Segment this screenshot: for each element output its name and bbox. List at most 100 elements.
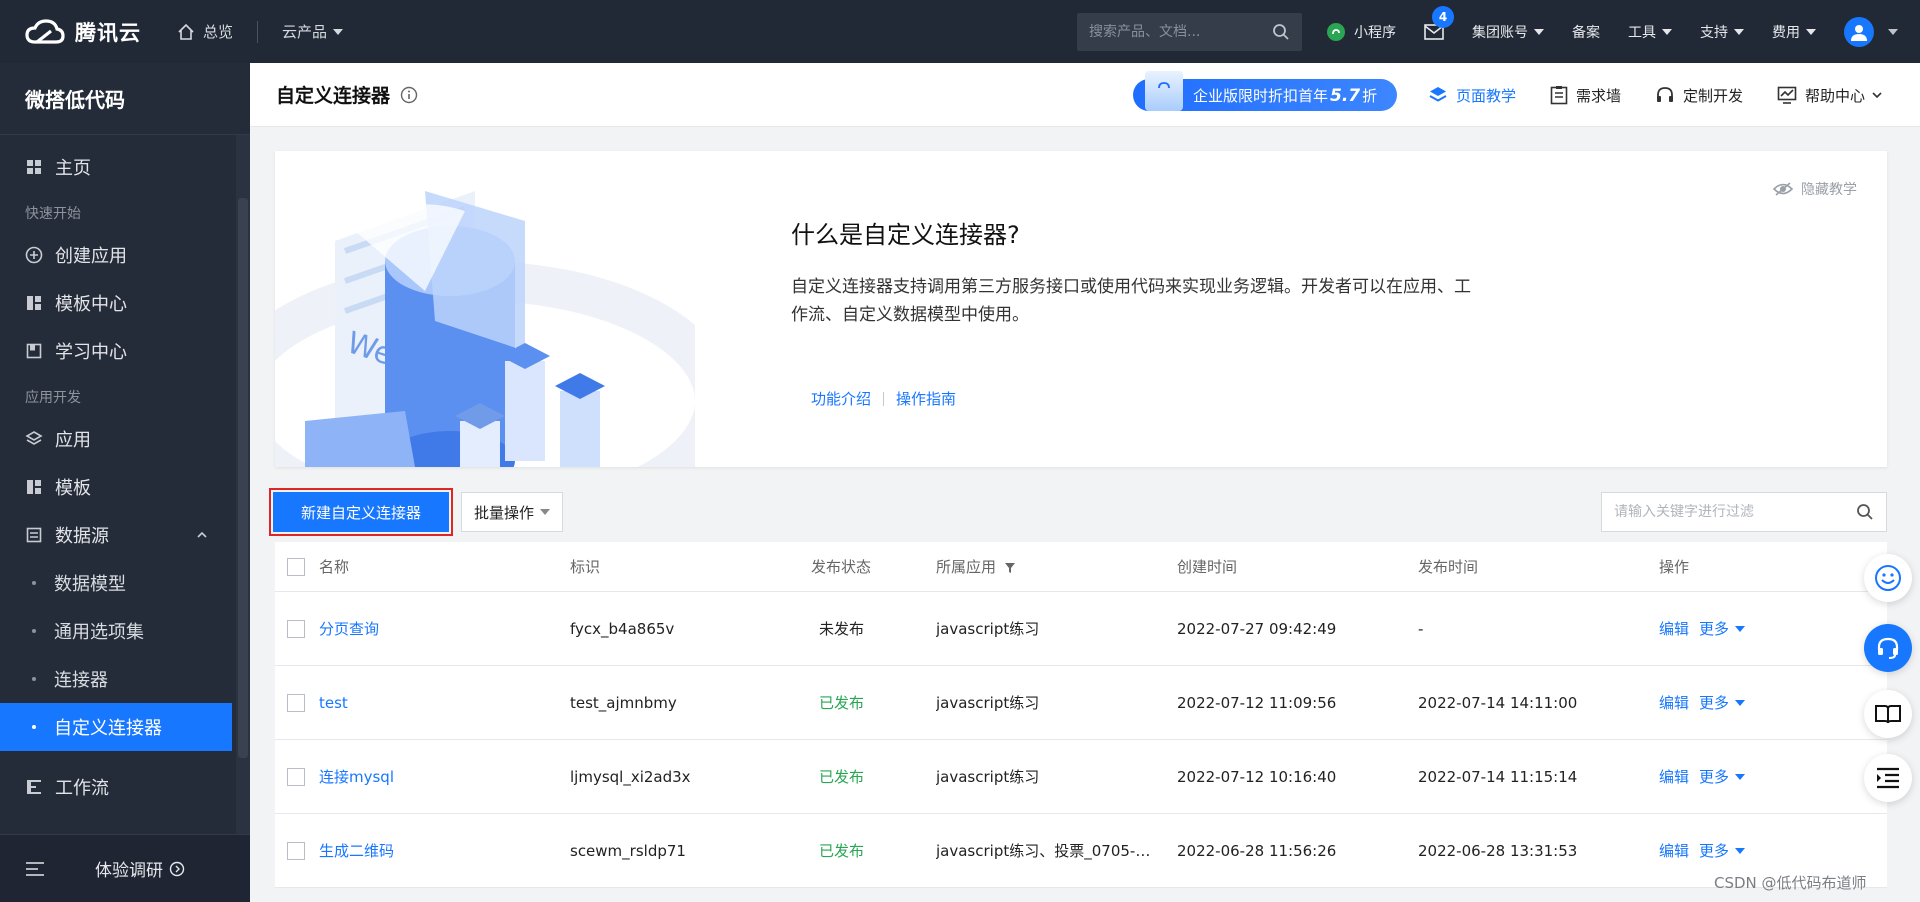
template-icon bbox=[25, 478, 43, 496]
messages-button[interactable]: 4 bbox=[1424, 5, 1454, 40]
search-icon[interactable] bbox=[1856, 503, 1874, 521]
more-dropdown[interactable]: 更多 bbox=[1699, 618, 1746, 639]
chevron-right-circle-icon bbox=[169, 861, 185, 876]
filter-icon[interactable] bbox=[1004, 562, 1016, 574]
requirement-wall-label: 需求墙 bbox=[1576, 86, 1622, 105]
sidebar-item-custom-connectors[interactable]: 自定义连接器 bbox=[0, 703, 232, 751]
tools-dropdown[interactable]: 工具 bbox=[1628, 22, 1672, 42]
shopping-bag-icon bbox=[1145, 71, 1183, 111]
workflow-icon bbox=[25, 778, 43, 796]
sidebar-item-home[interactable]: 主页 bbox=[0, 143, 250, 191]
survey-bar[interactable]: 体验调研 bbox=[0, 834, 250, 902]
published-time: 2022-07-14 11:15:14 bbox=[1418, 767, 1578, 786]
sidebar-item-templates[interactable]: 模板 bbox=[0, 463, 250, 511]
requirement-wall-link[interactable]: 需求墙 bbox=[1550, 63, 1621, 127]
edit-link[interactable]: 编辑 bbox=[1659, 618, 1689, 639]
sidebar-item-template-center[interactable]: 模板中心 bbox=[0, 279, 250, 327]
connector-app: javascript练习、投票_0705-管... bbox=[936, 842, 1165, 860]
connectors-table: 名称 标识 发布状态 所属应用 创建时间 发布时间 操作 分页查询 fycx_b… bbox=[275, 542, 1887, 888]
created-time: 2022-06-28 11:56:26 bbox=[1177, 841, 1337, 860]
status-badge: 已发布 bbox=[819, 694, 865, 712]
row-checkbox[interactable] bbox=[287, 693, 305, 712]
sidebar-item-apps[interactable]: 应用 bbox=[0, 415, 250, 463]
published-time: - bbox=[1418, 619, 1424, 638]
book-icon bbox=[25, 342, 43, 360]
page-tutorial-link[interactable]: 页面教学 bbox=[1428, 63, 1516, 127]
customer-service-button[interactable] bbox=[1864, 624, 1912, 672]
connector-name-link[interactable]: 连接mysql bbox=[319, 766, 570, 787]
sidebar-item-create-app[interactable]: 创建应用 bbox=[0, 231, 250, 279]
sidebar-item-label: 工作流 bbox=[55, 778, 109, 799]
row-checkbox[interactable] bbox=[287, 841, 305, 860]
info-icon[interactable] bbox=[400, 86, 418, 104]
connector-name-link[interactable]: 分页查询 bbox=[319, 618, 570, 639]
docs-button[interactable] bbox=[1864, 690, 1912, 738]
sidebar-group-quickstart: 快速开始 bbox=[25, 206, 81, 222]
edit-link[interactable]: 编辑 bbox=[1659, 840, 1689, 861]
mini-program-link[interactable]: 小程序 bbox=[1326, 22, 1396, 42]
page-scrollbar[interactable] bbox=[1906, 127, 1920, 845]
help-center-dropdown[interactable]: 帮助中心 bbox=[1777, 63, 1883, 127]
sidebar-item-data-model[interactable]: 数据模型 bbox=[0, 559, 250, 607]
create-connector-button[interactable]: 新建自定义连接器 bbox=[269, 488, 453, 536]
nav-home[interactable]: 总览 bbox=[177, 21, 233, 42]
support-dropdown[interactable]: 支持 bbox=[1700, 22, 1744, 42]
custom-dev-link[interactable]: 定制开发 bbox=[1655, 63, 1743, 127]
global-search[interactable] bbox=[1077, 12, 1302, 51]
sidebar: 微搭低代码 主页 快速开始 创建应用 模板中心 学习中心 应用开发 应用 模板 … bbox=[0, 63, 250, 902]
fees-dropdown[interactable]: 费用 bbox=[1772, 22, 1816, 42]
chevron-down-icon bbox=[540, 509, 550, 515]
user-avatar[interactable] bbox=[1844, 16, 1874, 47]
tools-label: 工具 bbox=[1628, 24, 1656, 41]
sidebar-item-label: 模板 bbox=[55, 478, 91, 499]
row-checkbox-cell bbox=[275, 767, 319, 786]
search-icon[interactable] bbox=[1272, 23, 1290, 41]
global-search-input[interactable] bbox=[1089, 23, 1272, 40]
more-dropdown[interactable]: 更多 bbox=[1699, 840, 1746, 861]
user-icon bbox=[1851, 24, 1867, 41]
row-checkbox[interactable] bbox=[287, 767, 305, 786]
chevron-down-icon[interactable] bbox=[1888, 28, 1898, 35]
guide-link[interactable]: 操作指南 bbox=[896, 388, 956, 409]
edit-link[interactable]: 编辑 bbox=[1659, 692, 1689, 713]
connector-name-link[interactable]: test bbox=[319, 694, 570, 712]
sidebar-item-learning-center[interactable]: 学习中心 bbox=[0, 327, 250, 375]
sidebar-item-label: 数据源 bbox=[55, 526, 109, 547]
smiley-feedback-button[interactable] bbox=[1864, 554, 1912, 602]
sidebar-item-connectors[interactable]: 连接器 bbox=[0, 655, 250, 703]
keyword-filter[interactable] bbox=[1601, 492, 1887, 532]
table-row: 生成二维码 scewm_rsldp71 已发布 javascript练习、投票_… bbox=[275, 814, 1887, 888]
keyword-filter-input[interactable] bbox=[1614, 504, 1856, 520]
sidebar-item-datasource[interactable]: 数据源 bbox=[0, 511, 250, 559]
chevron-down-icon bbox=[1735, 699, 1746, 706]
sidebar-item-option-sets[interactable]: 通用选项集 bbox=[0, 607, 250, 655]
status-badge: 已发布 bbox=[819, 768, 865, 786]
tencent-cloud-logo[interactable]: 腾讯云 bbox=[25, 17, 175, 47]
batch-operations-dropdown[interactable]: 批量操作 bbox=[461, 492, 563, 532]
sidebar-item-workflow[interactable]: 工作流 bbox=[0, 763, 250, 811]
table-row: 分页查询 fycx_b4a865v 未发布 javascript练习 2022-… bbox=[275, 592, 1887, 666]
connector-app: javascript练习 bbox=[936, 620, 1040, 638]
outline-button[interactable] bbox=[1864, 754, 1912, 802]
chevron-down-icon bbox=[1735, 773, 1746, 780]
select-all-checkbox[interactable] bbox=[287, 557, 305, 576]
more-dropdown[interactable]: 更多 bbox=[1699, 692, 1746, 713]
group-account-dropdown[interactable]: 集团账号 bbox=[1472, 22, 1544, 42]
published-time: 2022-07-14 14:11:00 bbox=[1418, 693, 1578, 712]
hide-tutorial-button[interactable]: 隐藏教学 bbox=[1773, 179, 1857, 199]
connector-app: javascript练习 bbox=[936, 694, 1040, 712]
nav-products-dropdown[interactable]: 云产品 bbox=[282, 21, 344, 42]
features-link[interactable]: 功能介绍 bbox=[811, 388, 871, 409]
row-checkbox[interactable] bbox=[287, 619, 305, 638]
edit-link[interactable]: 编辑 bbox=[1659, 766, 1689, 787]
sidebar-item-label: 学习中心 bbox=[55, 342, 127, 363]
chevron-up-icon bbox=[197, 531, 207, 538]
row-actions: 编辑 更多 bbox=[1659, 840, 1887, 861]
enterprise-promo-banner[interactable]: 企业版限时折扣首年 5.7 折 bbox=[1133, 71, 1397, 111]
promo-discount: 5.7 bbox=[1330, 85, 1361, 106]
beian-link[interactable]: 备案 bbox=[1572, 22, 1600, 42]
connector-name-link[interactable]: 生成二维码 bbox=[319, 840, 570, 861]
table-row: test test_ajmnbmy 已发布 javascript练习 2022-… bbox=[275, 666, 1887, 740]
more-dropdown[interactable]: 更多 bbox=[1699, 766, 1746, 787]
menu-collapse-icon[interactable] bbox=[25, 861, 45, 877]
